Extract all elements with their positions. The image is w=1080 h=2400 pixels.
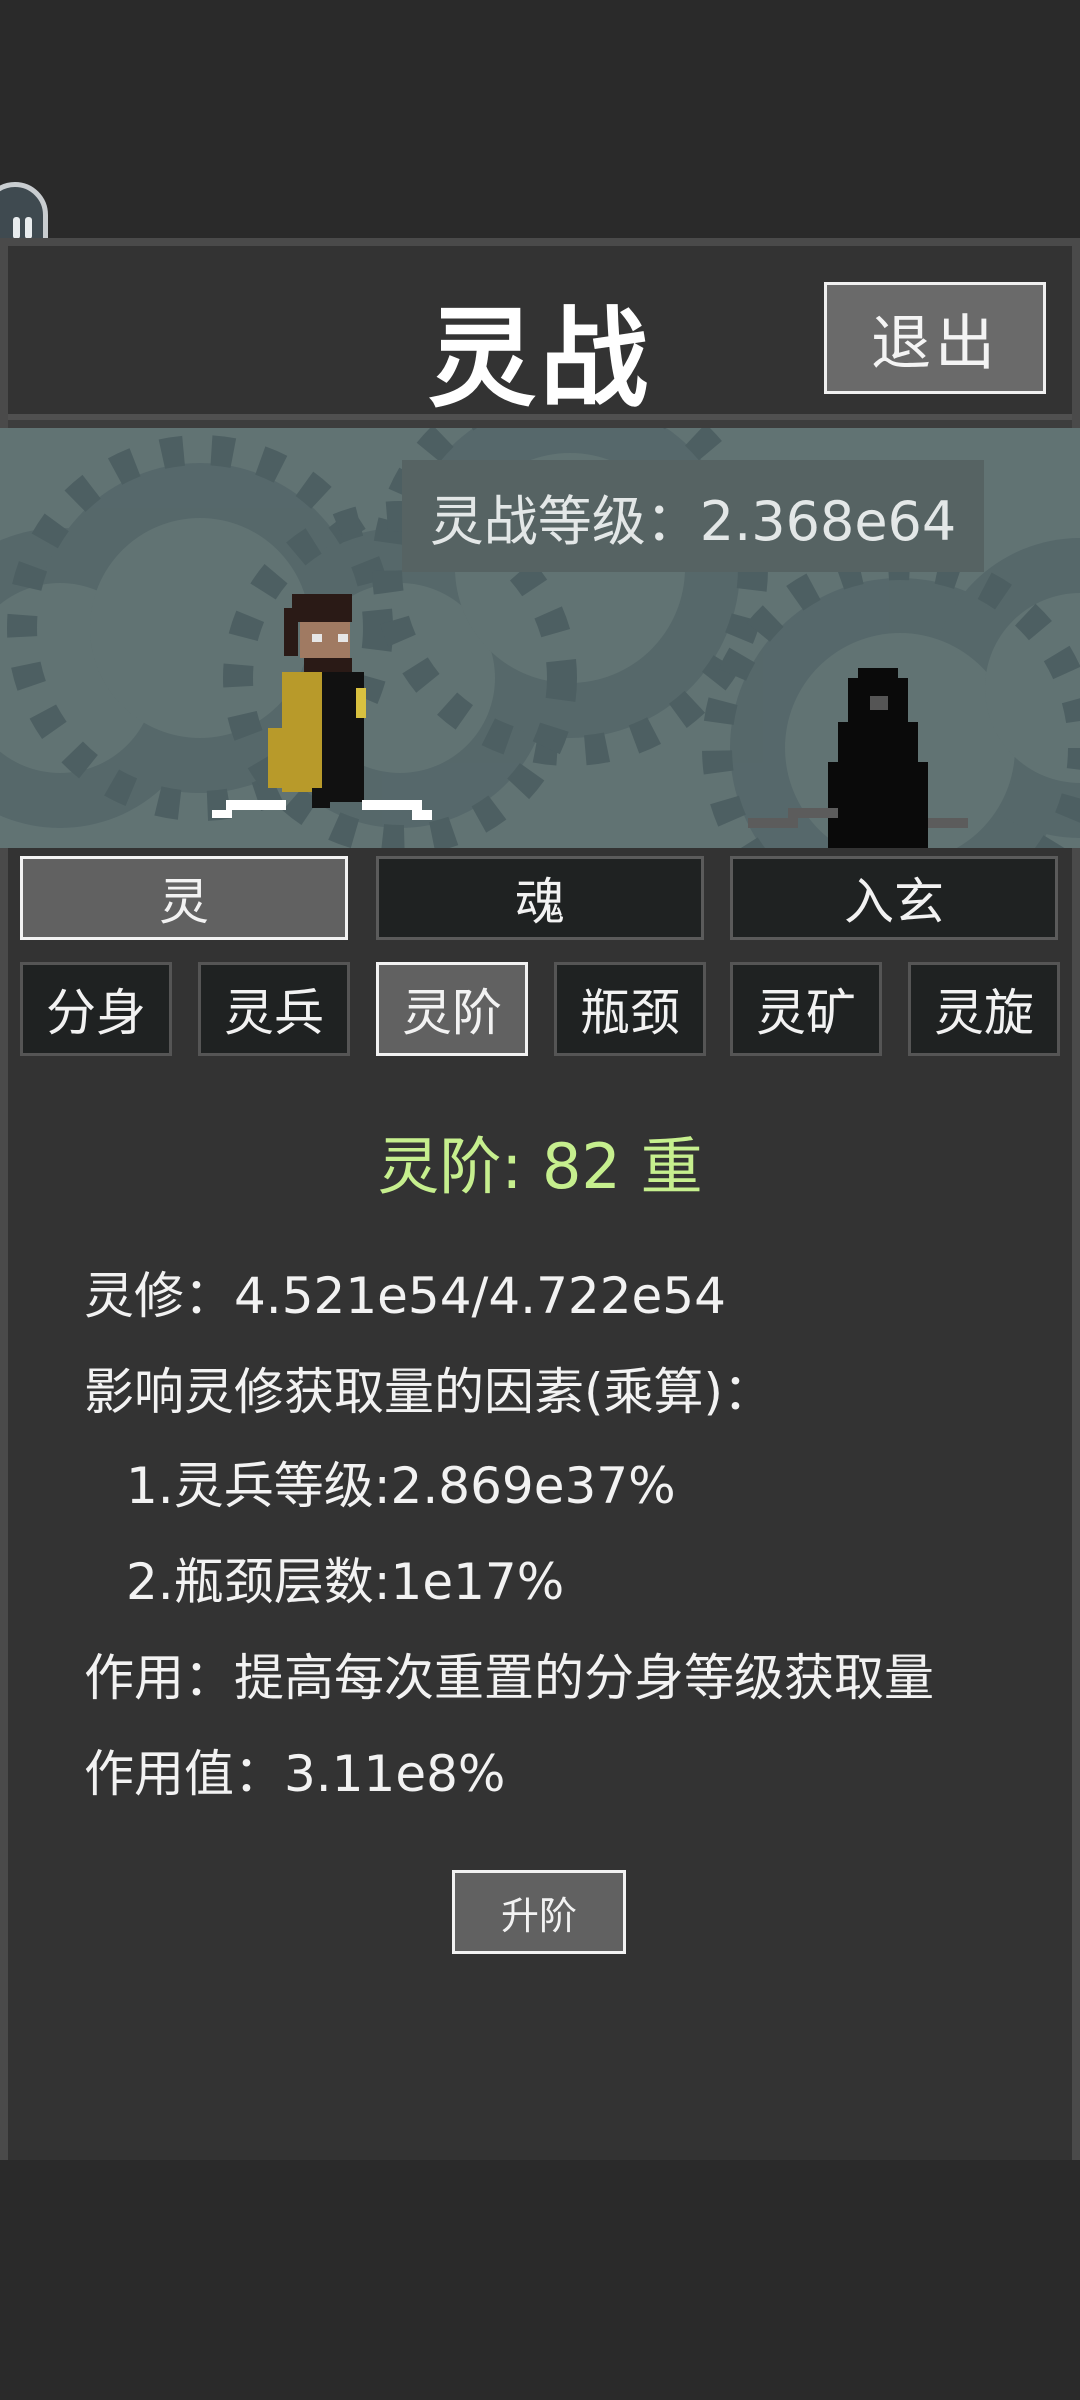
tab-ling[interactable]: 灵: [20, 856, 348, 940]
battle-scene: 灵战等级：2.368e64: [0, 428, 1080, 848]
subtab-lingkuang[interactable]: 灵矿: [730, 962, 882, 1056]
tab-hun[interactable]: 魂: [376, 856, 704, 940]
battle-level-display: 灵战等级：2.368e64: [402, 460, 984, 572]
rank-up-button[interactable]: 升阶: [452, 1870, 626, 1954]
effect-description: 作用：提高每次重置的分身等级获取量: [84, 1649, 934, 1707]
pause-icon: [13, 217, 35, 239]
subtab-lingxuan[interactable]: 灵旋: [908, 962, 1060, 1056]
exit-button[interactable]: 退出: [824, 282, 1046, 394]
panel-header: 灵战 退出: [8, 246, 1072, 422]
lingxiu-progress: 灵修：4.521e54/4.722e54: [84, 1267, 726, 1325]
subtab-fenshen[interactable]: 分身: [20, 962, 172, 1056]
effect-value: 作用值：3.11e8%: [84, 1745, 506, 1803]
subtab-lingjie[interactable]: 灵阶: [376, 962, 528, 1056]
shadow-enemy-sprite: [748, 668, 968, 848]
rank-title: 灵阶: 82 重: [377, 1130, 703, 1203]
battle-panel: 灵战 退出 灵战等级：2.368e64 灵 魂 入玄 分身 灵兵 灵阶 瓶颈 灵…: [0, 238, 1080, 2160]
factor-lingbing-level: 1.灵兵等级:2.869e37%: [126, 1457, 676, 1515]
tabs-content-area: 灵 魂 入玄 分身 灵兵 灵阶 瓶颈 灵矿 灵旋 灵阶: 82 重 灵修：4.5…: [8, 848, 1072, 2160]
player-character-sprite: [212, 594, 432, 820]
factors-heading: 影响灵修获取量的因素(乘算)：: [84, 1363, 774, 1421]
tab-ruxuan[interactable]: 入玄: [730, 856, 1058, 940]
factor-bottleneck-layers: 2.瓶颈层数:1e17%: [126, 1553, 565, 1611]
subtab-pingjing[interactable]: 瓶颈: [554, 962, 706, 1056]
subtab-lingbing[interactable]: 灵兵: [198, 962, 350, 1056]
